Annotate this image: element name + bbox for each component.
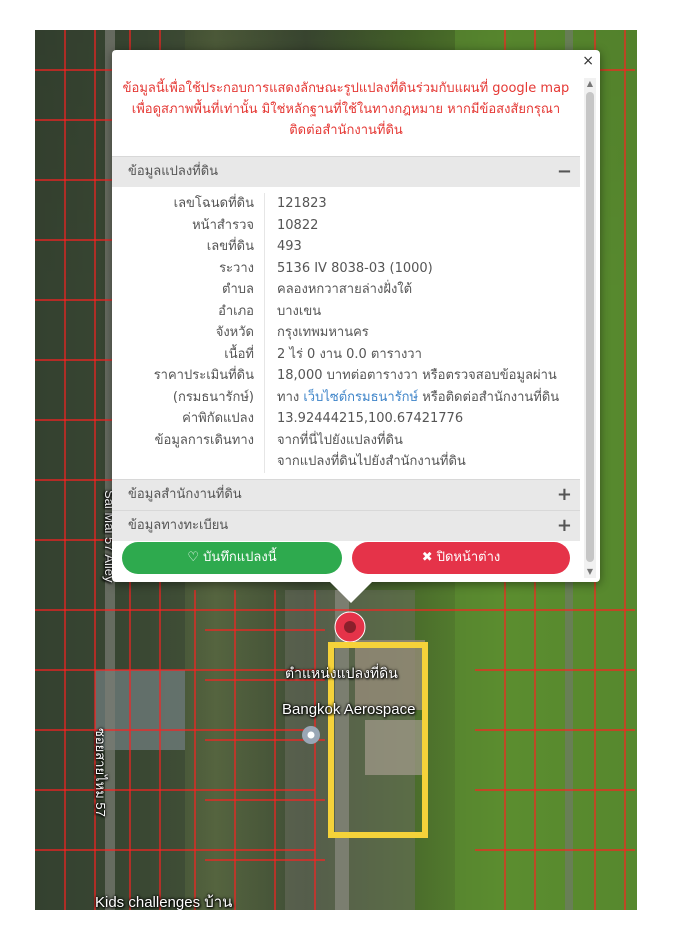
collapse-icon[interactable]: − — [557, 157, 572, 187]
section-land-header[interactable]: ข้อมูลแปลงที่ดิน − — [112, 156, 580, 187]
section-office-header[interactable]: ข้อมูลสำนักงานที่ดิน + — [112, 478, 580, 510]
detail-label: ตำบล — [222, 282, 254, 297]
directions-to-office-link[interactable]: จากแปลงที่ดินไปยังสำนักงานที่ดิน — [277, 451, 580, 473]
price-value-2: ทาง เว็บไซต์กรมธนารักษ์ หรือติดต่อสำนักง… — [277, 387, 580, 409]
directions-label: ข้อมูลการเดินทาง — [154, 432, 254, 448]
price-suffix: หรือติดต่อสำนักงานที่ดิน — [418, 389, 560, 405]
price-prefix: ทาง — [277, 389, 304, 405]
scroll-up-icon[interactable]: ▲ — [584, 78, 596, 90]
bottom-poi-label[interactable]: Kids challenges บ้าน — [95, 890, 232, 910]
price-row: ราคาประเมินที่ดิน 18,000 บาทต่อตารางวา ห… — [112, 365, 580, 387]
detail-value: บางเขน — [277, 303, 322, 319]
save-parcel-button[interactable]: ♡ บันทึกแปลงนี้ — [122, 542, 342, 574]
detail-label: หน้าสำรวจ — [192, 217, 254, 233]
section-office-title: ข้อมูลสำนักงานที่ดิน — [128, 486, 242, 502]
poi-pin-icon[interactable] — [302, 726, 320, 744]
scroll-down-icon[interactable]: ▼ — [584, 566, 596, 578]
detail-value: 5136 IV 8038-03 (1000) — [277, 260, 433, 276]
popup-pointer — [329, 581, 373, 603]
scroll-thumb[interactable] — [586, 92, 594, 562]
directions-to-parcel-link[interactable]: จากที่นี่ไปยังแปลงที่ดิน — [277, 430, 580, 452]
detail-row: อำเภอ บางเขน — [112, 300, 580, 322]
popup-content: ข้อมูลนี้เพื่อใช้ประกอบการแสดงลักษณะรูปแ… — [112, 50, 580, 541]
detail-label: เลขที่ดิน — [206, 239, 254, 254]
detail-label: จังหวัด — [215, 325, 254, 340]
close-icon[interactable]: × — [582, 53, 594, 69]
coords-label: ค่าพิกัดแปลง — [182, 411, 254, 426]
coords-row: ค่าพิกัดแปลง 13.92444215,100.67421776 — [112, 408, 580, 430]
section-land-title: ข้อมูลแปลงที่ดิน — [128, 164, 219, 179]
parcel-info-popup: × ▲ ▼ ข้อมูลนี้เพื่อใช้ประกอบการแสดงลักษ… — [112, 50, 600, 582]
detail-label: เลขโฉนดที่ดิน — [173, 196, 254, 211]
directions-row: ข้อมูลการเดินทาง จากที่นี่ไปยังแปลงที่ดิ… — [112, 429, 580, 452]
location-marker-icon[interactable] — [334, 611, 366, 643]
close-window-button[interactable]: ✖ ปิดหน้าต่าง — [352, 542, 570, 574]
legal-notice: ข้อมูลนี้เพื่อใช้ประกอบการแสดงลักษณะรูปแ… — [122, 81, 570, 138]
parcel-position-label: ตำแหน่งแปลงที่ดิน — [285, 665, 398, 681]
price-value: 18,000 บาทต่อตารางวา หรือตรวจสอบข้อมูลผ่… — [277, 368, 557, 383]
price-label-2: (กรมธนารักษ์) — [172, 389, 254, 405]
detail-value: คลองหกวาสายล่างฝั่งใต้ — [277, 282, 413, 297]
detail-label: เนื้อที่ — [224, 346, 254, 362]
detail-row: ตำบล คลองหกวาสายล่างฝั่งใต้ — [112, 279, 580, 301]
detail-row: จังหวัด กรุงเทพมหานคร — [112, 322, 580, 344]
price-row-2: (กรมธนารักษ์) ทาง เว็บไซต์กรมธนารักษ์ หร… — [112, 386, 580, 409]
poi-label[interactable]: Bangkok Aerospace — [282, 701, 415, 718]
detail-row: เลขโฉนดที่ดิน 121823 — [112, 193, 580, 215]
directions-row-2: จากแปลงที่ดินไปยังสำนักงานที่ดิน — [112, 451, 580, 473]
treasury-website-link[interactable]: เว็บไซต์กรมธนารักษ์ — [303, 390, 418, 405]
road-label-thai: ซอยสายไหม 57 — [93, 728, 108, 817]
expand-icon[interactable]: + — [557, 480, 572, 510]
detail-row: ระวาง 5136 IV 8038-03 (1000) — [112, 257, 580, 279]
coords-link[interactable]: 13.92444215,100.67421776 — [277, 408, 580, 430]
land-details: เลขโฉนดที่ดิน 121823 หน้าสำรวจ 10822 เลขที… — [112, 187, 580, 479]
detail-value: กรุงเทพมหานคร — [277, 325, 369, 340]
popup-actions: ♡ บันทึกแปลงนี้ ✖ ปิดหน้าต่าง — [112, 534, 580, 574]
price-label: ราคาประเมินที่ดิน — [153, 368, 254, 383]
section-registration-title: ข้อมูลทางทะเบียน — [128, 517, 229, 533]
popup-scrollbar[interactable]: ▲ ▼ — [584, 78, 596, 578]
detail-value: 121823 — [277, 196, 327, 211]
detail-row: หน้าสำรวจ 10822 — [112, 214, 580, 236]
detail-value: 2 ไร่ 0 งาน 0.0 ตารางวา — [277, 346, 422, 362]
detail-label: ระวาง — [219, 260, 254, 276]
detail-row: เลขที่ดิน 493 — [112, 236, 580, 258]
detail-value: 493 — [277, 239, 302, 254]
detail-value: 10822 — [277, 217, 319, 233]
detail-row: เนื้อที่ 2 ไร่ 0 งาน 0.0 ตารางวา — [112, 343, 580, 365]
detail-label: อำเภอ — [218, 303, 254, 319]
